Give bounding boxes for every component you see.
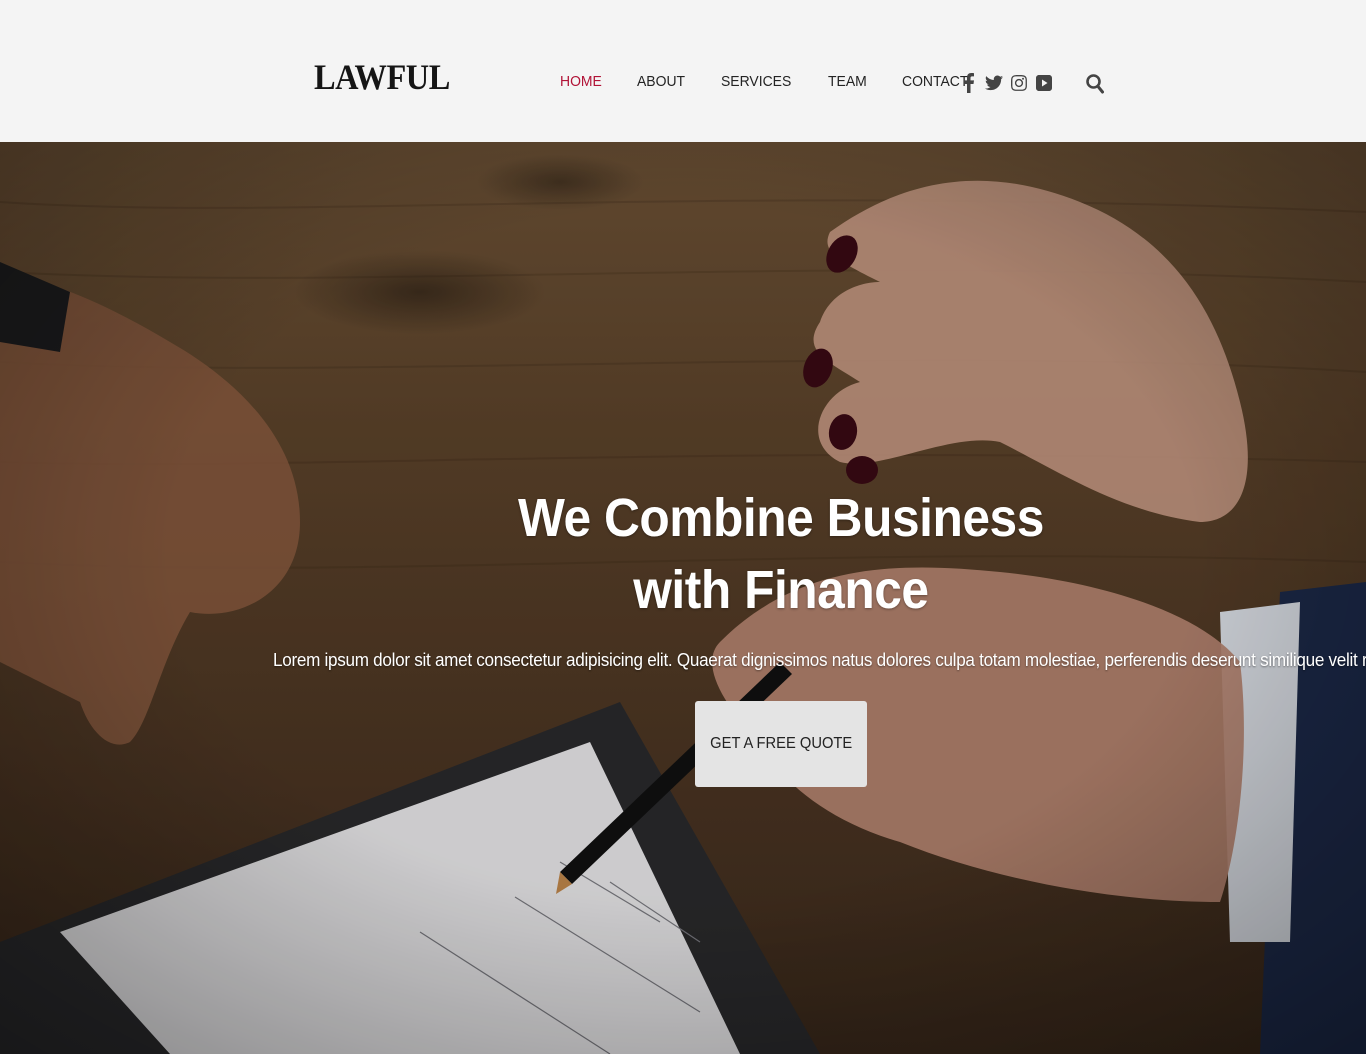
hero-section: We Combine Business with Finance Lorem i… [0, 142, 1366, 1054]
nav-item-about[interactable]: ABOUT [637, 73, 685, 90]
hero-title-line-2: with Finance [633, 560, 929, 620]
hero-title-line-1: We Combine Business [517, 488, 1044, 548]
search-icon[interactable] [1084, 72, 1106, 96]
nav-item-home[interactable]: HOME [560, 73, 602, 90]
social-links [960, 72, 1060, 94]
hero-title: We Combine Business with Finance [62, 482, 1319, 626]
brand-logo[interactable]: LAWFUL [314, 56, 450, 98]
youtube-icon[interactable] [1035, 72, 1053, 94]
get-quote-button[interactable]: GET A FREE QUOTE [695, 701, 867, 787]
instagram-icon[interactable] [1010, 72, 1028, 94]
site-header: LAWFUL HOME ABOUT SERVICES TEAM CONTACT [0, 0, 1366, 142]
main-nav: HOME ABOUT SERVICES TEAM CONTACT [560, 73, 1005, 90]
nav-item-contact[interactable]: CONTACT [902, 73, 968, 90]
facebook-icon[interactable] [960, 72, 978, 94]
nav-item-services[interactable]: SERVICES [721, 73, 791, 90]
nav-item-team[interactable]: TEAM [828, 73, 867, 90]
hero-subtitle: Lorem ipsum dolor sit amet consectetur a… [273, 650, 1366, 670]
twitter-icon[interactable] [985, 72, 1003, 94]
get-quote-button-label: GET A FREE QUOTE [709, 735, 853, 752]
